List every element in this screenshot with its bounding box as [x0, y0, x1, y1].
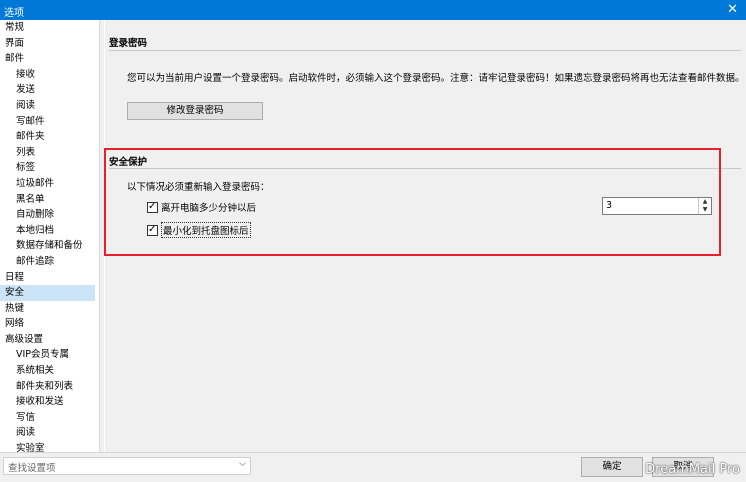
- sidebar-item[interactable]: 阅读: [0, 98, 99, 114]
- settings-nav: 常规 界面 邮件 接收 发送 阅读 写邮件 邮件夹 列表 标签 垃圾邮件 黑名单 自动删除 本地归档 数据存…: [0, 20, 100, 452]
- sidebar-item[interactable]: 发送: [0, 82, 99, 98]
- ok-button[interactable]: 确定: [581, 457, 643, 477]
- sidebar-item[interactable]: VIP会员专属: [0, 347, 99, 363]
- sidebar-item[interactable]: 系统相关: [0, 363, 99, 379]
- watermark: DreamMail Pro: [645, 462, 740, 477]
- sidebar-item[interactable]: 邮件夹和列表: [0, 379, 99, 395]
- sidebar-item[interactable]: 写邮件: [0, 114, 99, 130]
- sidebar-item[interactable]: 写信: [0, 410, 99, 426]
- sidebar-item[interactable]: 邮件夹: [0, 129, 99, 145]
- search-placeholder: 查找设置项: [8, 463, 56, 474]
- sidebar-item[interactable]: 垃圾邮件: [0, 176, 99, 192]
- sidebar-item[interactable]: 邮件追踪: [0, 254, 99, 270]
- sidebar-item[interactable]: 黑名单: [0, 192, 99, 208]
- sidebar-item[interactable]: 网络: [0, 316, 99, 332]
- close-icon[interactable]: ✕: [727, 2, 738, 17]
- sidebar-item[interactable]: 接收: [0, 67, 99, 83]
- sidebar-item[interactable]: 自动删除: [0, 207, 99, 223]
- title-bar: 选项 ✕: [0, 0, 746, 20]
- bottom-bar: 查找设置项 ⌵ 确定 取消 DreamMail Pro: [0, 452, 746, 482]
- sidebar-item[interactable]: 安全: [0, 285, 95, 301]
- sidebar-item[interactable]: 日程: [0, 270, 99, 286]
- sidebar-item[interactable]: 界面: [0, 36, 99, 52]
- sidebar-item[interactable]: 邮件: [0, 51, 99, 67]
- sidebar-item[interactable]: 热键: [0, 301, 99, 317]
- sidebar-item[interactable]: 本地归档: [0, 223, 99, 239]
- login-password-description: 您可以为当前用户设置一个登录密码。启动软件时，必须输入这个登录密码。注意：请牢记…: [127, 73, 745, 84]
- change-login-password-button[interactable]: 修改登录密码: [127, 102, 263, 120]
- highlight-box: [104, 148, 721, 256]
- sidebar-item[interactable]: 实验室: [0, 441, 99, 452]
- sidebar-item[interactable]: 接收和发送: [0, 394, 99, 410]
- window-title: 选项: [4, 8, 24, 19]
- sidebar-item[interactable]: 标签: [0, 160, 99, 176]
- section-divider: [109, 50, 741, 51]
- sidebar-item[interactable]: 列表: [0, 145, 99, 161]
- sidebar-item[interactable]: 高级设置: [0, 332, 99, 348]
- login-password-title: 登录密码: [109, 38, 148, 49]
- sidebar-item[interactable]: 阅读: [0, 425, 99, 441]
- search-input[interactable]: 查找设置项 ⌵: [3, 457, 251, 475]
- chevron-down-icon[interactable]: ⌵: [239, 459, 246, 469]
- sidebar-item[interactable]: 常规: [0, 20, 99, 36]
- sidebar-item[interactable]: 数据存储和备份: [0, 238, 99, 254]
